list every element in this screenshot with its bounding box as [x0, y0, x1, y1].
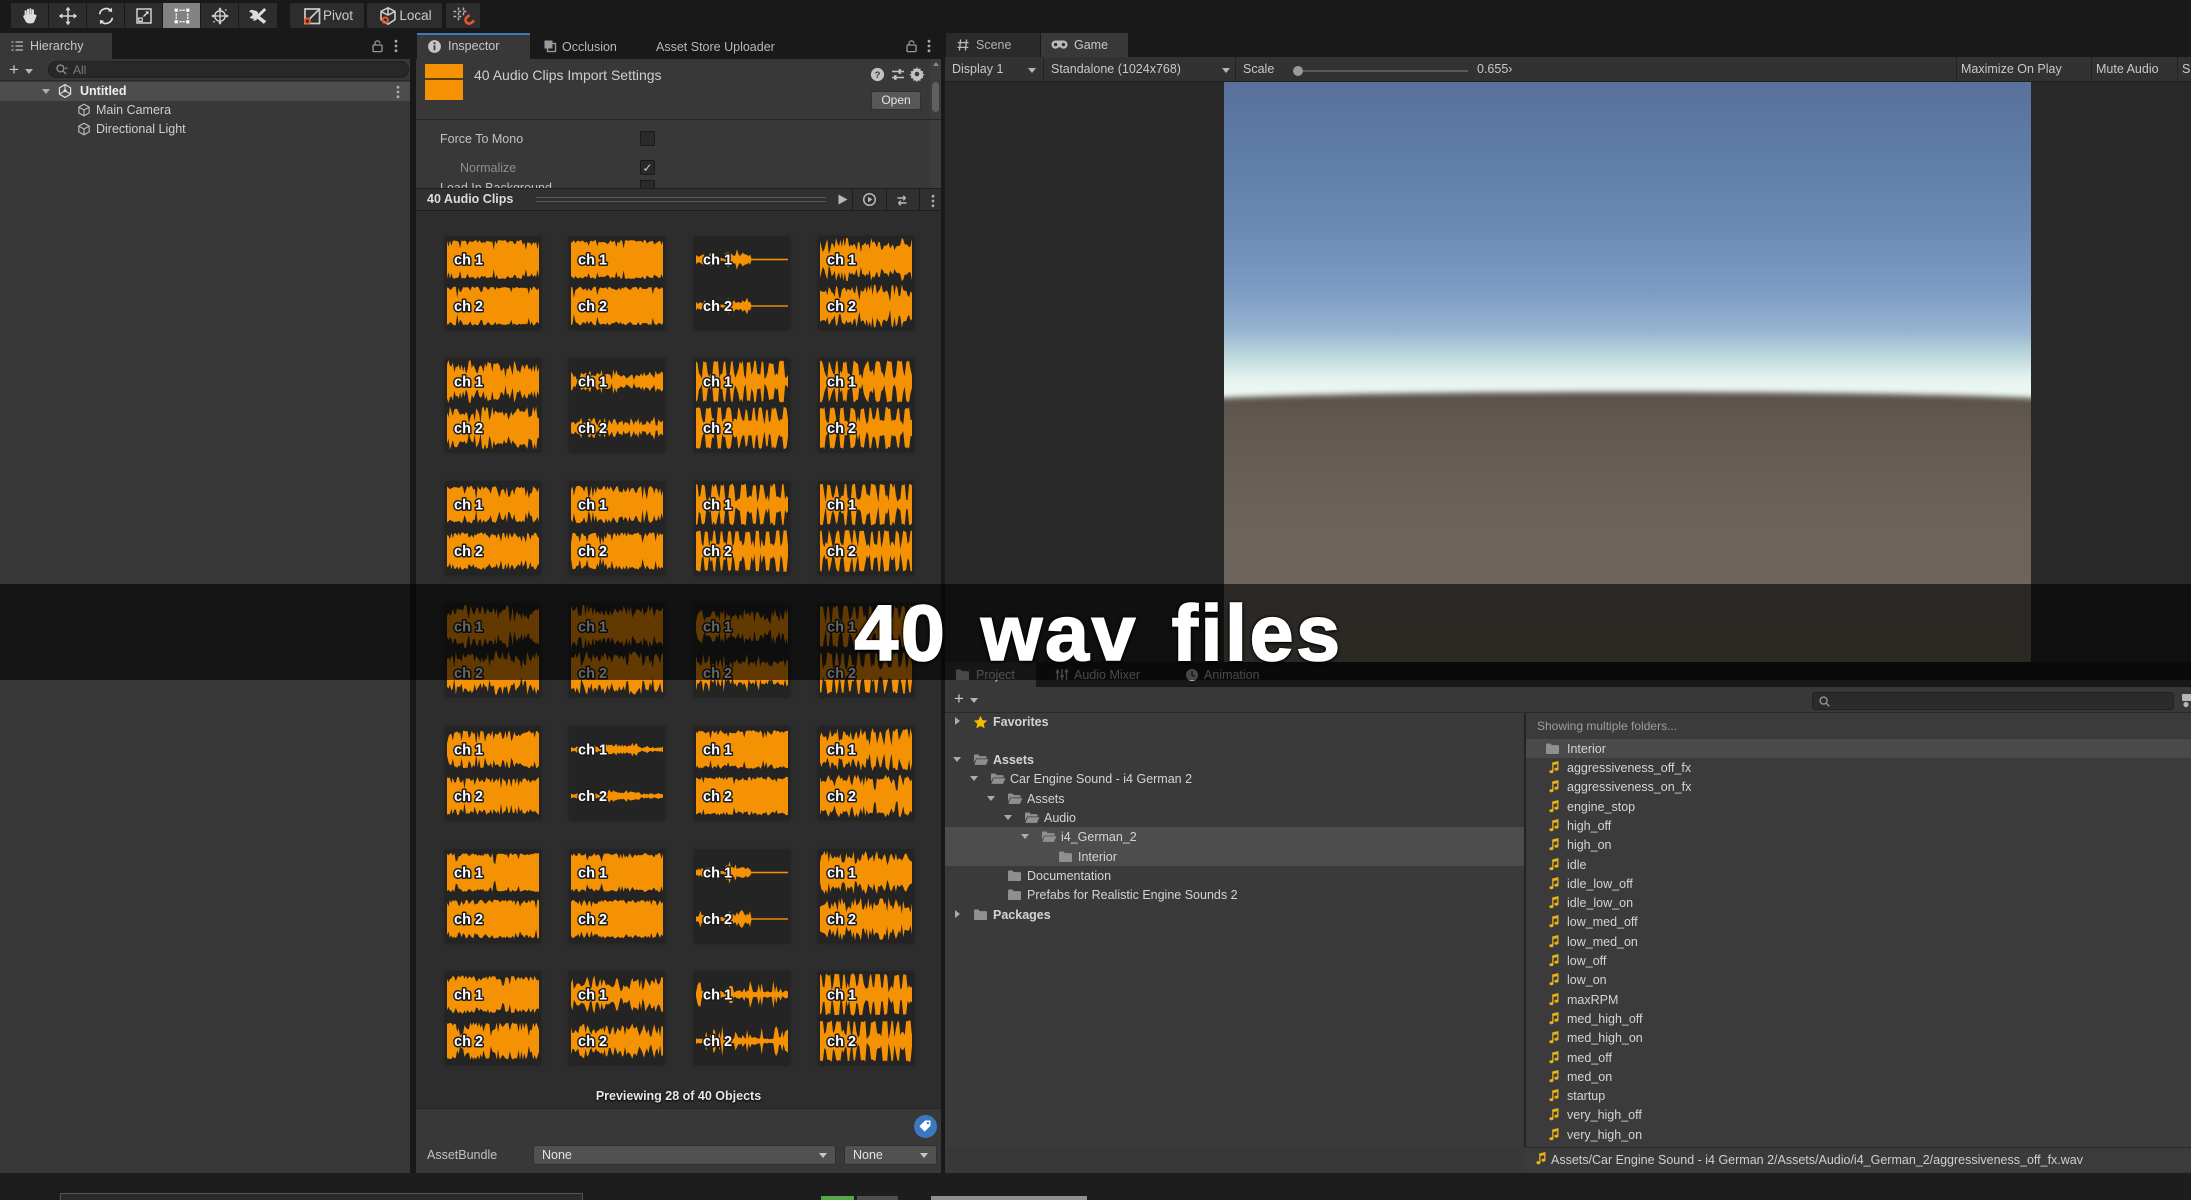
svg-text:ch 1: ch 1 — [827, 866, 856, 882]
svg-text:ch 1: ch 1 — [578, 743, 607, 759]
svg-text:ch 2: ch 2 — [827, 789, 856, 805]
svg-text:ch 1: ch 1 — [703, 253, 732, 269]
svg-text:ch 2: ch 2 — [454, 912, 483, 928]
svg-text:ch 1: ch 1 — [827, 253, 856, 269]
svg-text:ch 2: ch 2 — [578, 789, 607, 805]
svg-text:ch 2: ch 2 — [578, 912, 607, 928]
svg-text:ch 1: ch 1 — [454, 498, 483, 514]
svg-text:ch 1: ch 1 — [703, 988, 732, 1004]
svg-text:ch 2: ch 2 — [827, 421, 856, 437]
svg-text:ch 1: ch 1 — [827, 375, 856, 391]
svg-text:ch 2: ch 2 — [454, 299, 483, 315]
svg-text:ch 2: ch 2 — [578, 299, 607, 315]
svg-text:ch 2: ch 2 — [454, 544, 483, 560]
svg-text:?: ? — [875, 70, 881, 81]
svg-text:ch 2: ch 2 — [827, 1034, 856, 1050]
svg-text:ch 1: ch 1 — [454, 375, 483, 391]
svg-text:ch 2: ch 2 — [703, 544, 732, 560]
svg-text:ch 1: ch 1 — [454, 253, 483, 269]
svg-text:ch 2: ch 2 — [703, 299, 732, 315]
svg-text:ch 1: ch 1 — [827, 988, 856, 1004]
svg-text:ch 2: ch 2 — [703, 912, 732, 928]
svg-text:ch 1: ch 1 — [827, 743, 856, 759]
svg-text:ch 1: ch 1 — [578, 988, 607, 1004]
svg-text:ch 2: ch 2 — [454, 789, 483, 805]
svg-text:ch 1: ch 1 — [578, 375, 607, 391]
svg-text:ch 2: ch 2 — [454, 1034, 483, 1050]
svg-text:ch 1: ch 1 — [703, 375, 732, 391]
svg-text:ch 2: ch 2 — [827, 299, 856, 315]
svg-text:ch 2: ch 2 — [703, 421, 732, 437]
svg-text:ch 2: ch 2 — [454, 421, 483, 437]
svg-text:ch 1: ch 1 — [454, 988, 483, 1004]
svg-text:ch 2: ch 2 — [827, 544, 856, 560]
svg-text:ch 2: ch 2 — [578, 1034, 607, 1050]
svg-text:ch 1: ch 1 — [703, 866, 732, 882]
svg-text:ch 1: ch 1 — [578, 498, 607, 514]
svg-text:ch 2: ch 2 — [827, 912, 856, 928]
svg-text:ch 1: ch 1 — [703, 743, 732, 759]
svg-text:ch 1: ch 1 — [827, 498, 856, 514]
svg-text:ch 2: ch 2 — [578, 544, 607, 560]
svg-text:ch 2: ch 2 — [578, 421, 607, 437]
svg-text:ch 1: ch 1 — [578, 253, 607, 269]
svg-text:ch 1: ch 1 — [703, 498, 732, 514]
svg-text:ch 2: ch 2 — [703, 789, 732, 805]
svg-text:ch 2: ch 2 — [703, 1034, 732, 1050]
svg-text:ch 1: ch 1 — [454, 866, 483, 882]
svg-text:ch 1: ch 1 — [454, 743, 483, 759]
svg-text:ch 1: ch 1 — [578, 866, 607, 882]
